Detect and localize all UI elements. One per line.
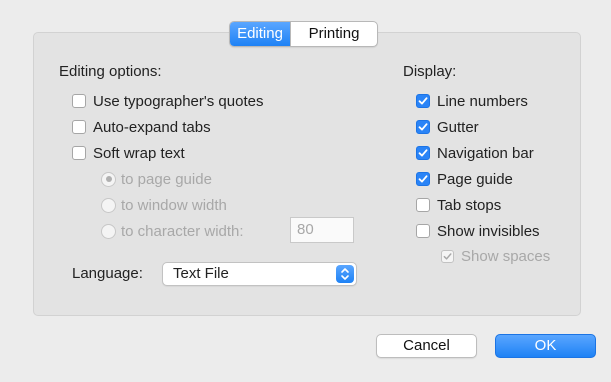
checkbox-box[interactable] — [416, 198, 430, 212]
character-width-field[interactable]: 80 — [290, 217, 354, 243]
cancel-button[interactable]: Cancel — [376, 334, 477, 358]
language-select-value: Text File — [173, 265, 229, 282]
wrap-to-window-width-radio[interactable]: to window width — [101, 195, 227, 215]
line-numbers-checkbox[interactable]: Line numbers — [416, 91, 528, 111]
navigation-bar-checkbox[interactable]: Navigation bar — [416, 143, 534, 163]
checkbox-label: Line numbers — [437, 92, 528, 110]
wrap-to-character-width-radio[interactable]: to character width: — [101, 221, 244, 241]
auto-expand-tabs-checkbox[interactable]: Auto-expand tabs — [72, 117, 211, 137]
radio-label: to character width: — [121, 222, 244, 240]
soft-wrap-text-checkbox[interactable]: Soft wrap text — [72, 143, 185, 163]
checkmark-icon[interactable] — [416, 120, 430, 134]
language-select[interactable]: Text File — [162, 262, 357, 286]
display-heading: Display: — [403, 63, 457, 80]
checkbox-label: Show invisibles — [437, 222, 540, 240]
editing-options-heading: Editing options: — [59, 63, 162, 80]
checkbox-box[interactable] — [72, 120, 86, 134]
use-typographers-quotes-checkbox[interactable]: Use typographer's quotes — [72, 91, 263, 111]
checkbox-box[interactable] — [416, 224, 430, 238]
checkmark-icon[interactable] — [416, 172, 430, 186]
radio-icon[interactable] — [101, 197, 116, 213]
radio-selected-icon[interactable] — [101, 171, 116, 187]
show-invisibles-checkbox[interactable]: Show invisibles — [416, 221, 540, 241]
radio-icon[interactable] — [101, 223, 116, 239]
checkmark-icon[interactable] — [441, 249, 454, 263]
wrap-to-page-guide-radio[interactable]: to page guide — [101, 169, 212, 189]
tab-bar: Editing Printing — [229, 21, 378, 47]
checkbox-box[interactable] — [72, 146, 86, 160]
tab-printing[interactable]: Printing — [290, 22, 377, 46]
checkbox-label: Soft wrap text — [93, 144, 185, 162]
chevron-up-down-icon — [336, 265, 354, 283]
ok-button[interactable]: OK — [495, 334, 596, 358]
checkmark-icon[interactable] — [416, 146, 430, 160]
tab-editing[interactable]: Editing — [230, 22, 290, 46]
tab-stops-checkbox[interactable]: Tab stops — [416, 195, 501, 215]
gutter-checkbox[interactable]: Gutter — [416, 117, 479, 137]
checkbox-label: Gutter — [437, 118, 479, 136]
radio-label: to page guide — [121, 170, 212, 188]
checkbox-label: Use typographer's quotes — [93, 92, 264, 110]
radio-label: to window width — [121, 196, 227, 214]
checkbox-label: Show spaces — [461, 247, 551, 265]
checkbox-label: Page guide — [437, 170, 513, 188]
checkbox-box[interactable] — [72, 94, 86, 108]
checkbox-label: Navigation bar — [437, 144, 534, 162]
page-guide-checkbox[interactable]: Page guide — [416, 169, 513, 189]
checkmark-icon[interactable] — [416, 94, 430, 108]
show-spaces-checkbox[interactable]: Show spaces — [441, 246, 550, 266]
checkbox-label: Auto-expand tabs — [93, 118, 211, 136]
language-label: Language: — [72, 265, 143, 282]
checkbox-label: Tab stops — [437, 196, 502, 214]
